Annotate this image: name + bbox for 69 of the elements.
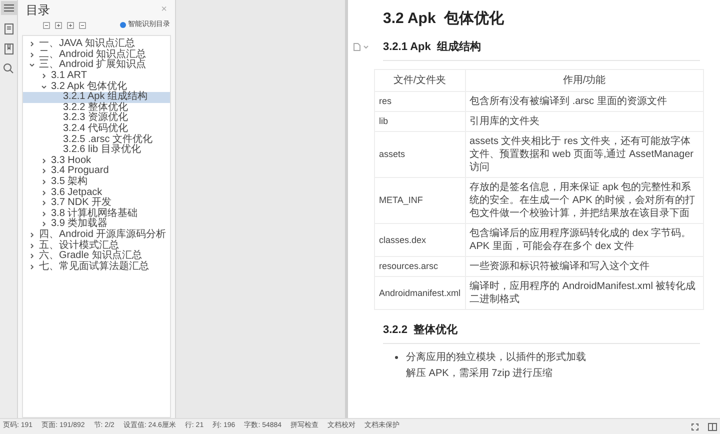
- collapse-all-icon[interactable]: [43, 22, 50, 28]
- chevron-right-icon[interactable]: [41, 179, 47, 186]
- heading: 3.2 Apk 包体优化: [383, 9, 506, 29]
- table-cell: 引用库的文件夹: [465, 112, 704, 132]
- toc-item[interactable]: 3.2.2 整体优化: [23, 102, 170, 114]
- toc-item[interactable]: 3.9 类加载器: [23, 219, 170, 230]
- toc-item[interactable]: 一、JAVA 知识点汇总: [23, 39, 170, 50]
- table-cell: assets: [374, 132, 466, 178]
- toc-item[interactable]: 3.1 ART: [23, 70, 170, 82]
- section-heading: 3.2.2 整体优化: [383, 323, 459, 338]
- toc-item[interactable]: 3.3 Hook: [23, 156, 170, 166]
- table-cell: Androidmanifest.xml: [374, 276, 466, 310]
- toc-item[interactable]: 3.5 架构: [23, 176, 170, 188]
- chevron-right-icon[interactable]: [41, 73, 47, 80]
- chevron-right-icon[interactable]: [41, 190, 47, 196]
- book-icon[interactable]: [708, 422, 717, 430]
- chevron-right-icon[interactable]: [29, 242, 35, 249]
- chevron-right-icon[interactable]: [41, 200, 47, 206]
- minus-icon[interactable]: [79, 22, 86, 28]
- menu-icon[interactable]: [0, 1, 16, 15]
- plus-icon[interactable]: [67, 22, 74, 28]
- table-cell: classes.dex: [374, 224, 466, 256]
- toc-item[interactable]: 3.2.6 lib 目录优化: [23, 144, 170, 156]
- table-cell: META_INF: [374, 178, 466, 224]
- plus-icon[interactable]: [55, 22, 62, 28]
- toc-item[interactable]: 六、Gradle 知识点汇总: [23, 250, 170, 262]
- toc-item[interactable]: 三、Android 扩展知识点: [23, 60, 170, 71]
- table-cell: assets 文件夹相比于 res 文件夹，还有可能放字体文件、预置数据和 web 页面等,通过 AssetManager 访问: [465, 132, 704, 178]
- column-header: 作用/功能: [465, 70, 704, 92]
- table-cell: resources.arsc: [374, 256, 466, 276]
- toc-item[interactable]: 3.2.5 .arsc 文件优化: [23, 134, 170, 145]
- table-cell: 存放的是签名信息，用来保证 apk 包的完整性和系统的安全。在生成一个 APK 的时候，会对所有的打包文件做一个校验计算，并把结果放在该目录下面: [465, 178, 704, 224]
- toc-item[interactable]: 3.7 NDK 开发: [23, 198, 170, 208]
- toc-item[interactable]: 四、Android 开源库源码分析: [23, 230, 170, 240]
- toc-item[interactable]: 3.4 Proguard: [23, 166, 170, 177]
- list-item: 解压 APK，需采用 7zip 进行压缩: [406, 366, 553, 381]
- bullet-icon: [395, 356, 398, 359]
- table-cell: 一些资源和标识符被编译和写入这个文件: [465, 256, 704, 276]
- toc-item[interactable]: 3.2.1 Apk 组成结构: [23, 92, 170, 103]
- chevron-right-icon[interactable]: [29, 41, 35, 48]
- chevron-right-icon[interactable]: [29, 232, 35, 238]
- chevron-down-icon[interactable]: [29, 62, 35, 68]
- page-icon[interactable]: [4, 23, 14, 35]
- toc-item[interactable]: 3.2.4 代码优化: [23, 124, 170, 134]
- table-cell: 包含编译后的应用程序源码转化成的 dex 字节码。APK 里面，可能会存在多个 dex 文件: [465, 224, 704, 256]
- toc-item[interactable]: 3.2.3 资源优化: [23, 113, 170, 124]
- toc-item[interactable]: 3.2 Apk 包体优化: [23, 81, 170, 92]
- panel-title: 目录: [26, 2, 50, 19]
- fullscreen-icon[interactable]: [691, 422, 699, 430]
- subheading: 3.2.1 Apk 组成结构: [383, 40, 482, 54]
- table-cell: lib: [374, 112, 466, 132]
- search-icon[interactable]: [3, 63, 14, 74]
- table-cell: 包含所有没有被编译到 .arsc 里面的资源文件: [465, 92, 704, 112]
- chevron-right-icon[interactable]: [41, 210, 47, 217]
- chevron-right-icon[interactable]: [29, 264, 35, 270]
- chevron-right-icon[interactable]: [41, 158, 47, 164]
- toc-item[interactable]: 七、常见面试算法题汇总: [23, 261, 170, 272]
- toc-item[interactable]: 3.6 Jetpack: [23, 187, 170, 198]
- chevron-down-icon[interactable]: [41, 84, 47, 90]
- list-item: 分离应用的独立模块，以插件的形式加载: [406, 350, 586, 365]
- table-cell: 编译时，应用程序的 AndroidManifest.xml 被转化成二进制格式: [465, 276, 704, 310]
- column-header: 文件/文件夹: [374, 70, 466, 92]
- chevron-right-icon[interactable]: [29, 253, 35, 260]
- toc-item[interactable]: 五、设计模式汇总: [23, 240, 170, 251]
- bookmark-icon[interactable]: [4, 43, 14, 55]
- chevron-right-icon[interactable]: [29, 52, 35, 58]
- table-cell: res: [374, 92, 466, 112]
- chevron-right-icon[interactable]: [41, 221, 47, 228]
- chevron-right-icon[interactable]: [41, 168, 47, 174]
